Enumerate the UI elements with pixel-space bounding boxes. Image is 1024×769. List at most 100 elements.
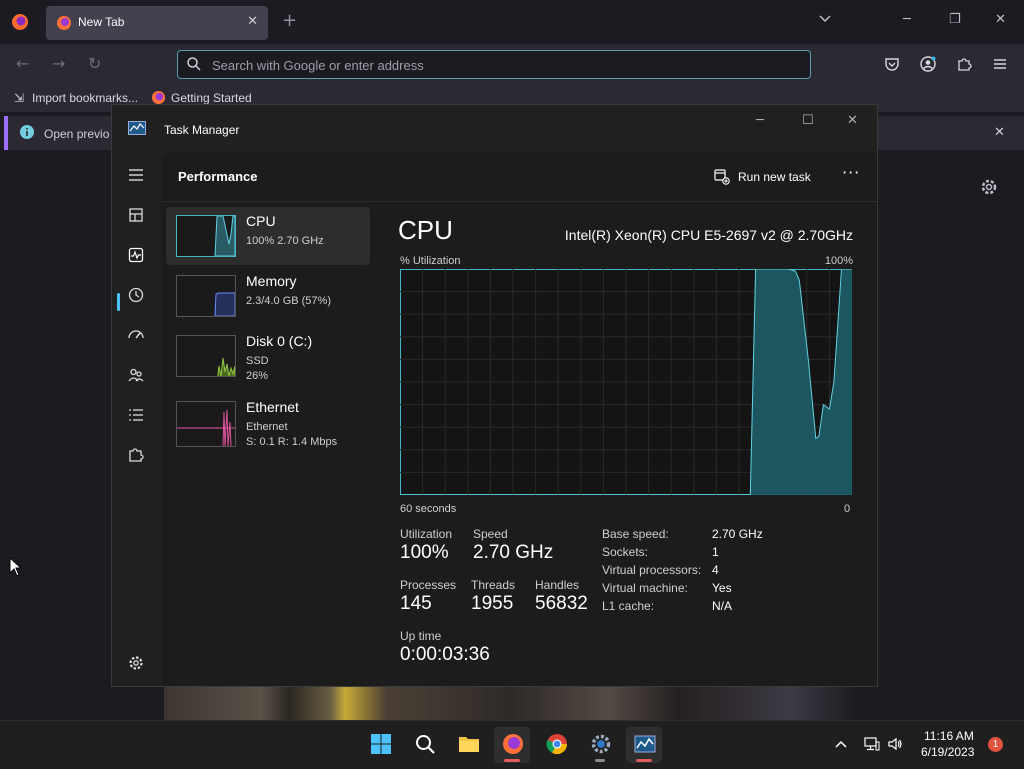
ethernet-thumbnail-graph (176, 401, 236, 447)
taskbar-task-manager[interactable] (626, 727, 662, 763)
task-manager-taskbar-icon (634, 735, 656, 753)
device-item-disk[interactable]: Disk 0 (C:) SSD 26% (166, 327, 370, 385)
taskbar-chrome[interactable] (538, 727, 574, 763)
notification-text: Open previo (44, 127, 110, 141)
threads-value: 1955 (471, 593, 514, 614)
run-new-task-label: Run new task (738, 170, 811, 184)
tm-close-icon[interactable]: ✕ (847, 113, 858, 128)
network-icon[interactable] (864, 736, 880, 752)
sidebar-app-history-icon[interactable] (126, 285, 146, 305)
restore-window-icon[interactable]: ❐ (949, 12, 961, 27)
sidebar-processes-icon[interactable] (126, 205, 146, 225)
device-sub-ethernet-throughput: S: 0.1 R: 1.4 Mbps (246, 436, 338, 448)
getting-started-link[interactable]: Getting Started (171, 91, 252, 105)
spec-value-base-speed: 2.70 GHz (712, 527, 763, 541)
folder-icon (459, 737, 479, 752)
processes-label: Processes (400, 578, 457, 592)
close-notification-icon[interactable]: ✕ (994, 125, 1005, 140)
cpu-model-name: Intel(R) Xeon(R) CPU E5-2697 v2 @ 2.70GH… (564, 227, 853, 243)
tab-new-tab[interactable]: New Tab ✕ (46, 6, 268, 40)
settings-gear-icon (591, 734, 611, 754)
cpu-detail-pane: CPU Intel(R) Xeon(R) CPU E5-2697 v2 @ 2.… (398, 201, 868, 686)
performance-header: Performance Run new task ··· (162, 153, 877, 202)
info-icon (20, 125, 34, 139)
device-name-ethernet: Ethernet (246, 399, 299, 415)
more-options-button[interactable]: ··· (842, 163, 860, 182)
taskbar-settings[interactable] (582, 727, 618, 763)
forward-arrow-icon[interactable]: → (52, 54, 65, 73)
clock-date[interactable]: 6/19/2023 (921, 745, 974, 759)
uptime-value: 0:00:03:36 (400, 644, 490, 665)
start-button[interactable] (362, 727, 398, 763)
firefox-logo-icon[interactable] (10, 12, 30, 32)
utilization-label: Utilization (400, 527, 453, 541)
device-sub-ethernet-name: Ethernet (246, 421, 288, 433)
import-bookmarks-icon: ⇲ (14, 91, 25, 105)
sidebar-users-icon[interactable] (126, 365, 146, 385)
x-axis-left-label: 60 seconds (400, 503, 457, 515)
new-tab-settings-gear-icon[interactable] (980, 178, 998, 196)
task-manager-titlebar[interactable]: Task Manager ─ ☐ ✕ (112, 105, 877, 153)
cpu-thumbnail-graph (176, 215, 236, 257)
address-bar[interactable] (177, 50, 811, 79)
settings-running-indicator (595, 759, 605, 762)
volume-icon[interactable] (887, 736, 903, 752)
uptime-label: Up time (400, 629, 442, 643)
search-input[interactable] (210, 54, 794, 76)
tm-minimize-icon[interactable]: ─ (756, 113, 764, 128)
handles-value: 56832 (535, 593, 588, 614)
taskbar-firefox[interactable] (494, 727, 530, 763)
sidebar-menu-hamburger-icon[interactable] (126, 165, 146, 185)
device-sub-memory: 2.3/4.0 GB (57%) (246, 295, 331, 307)
device-item-memory[interactable]: Memory 2.3/4.0 GB (57%) (166, 267, 370, 325)
disk-thumbnail-graph (176, 335, 236, 377)
run-new-task-icon (714, 169, 730, 185)
task-manager-active-indicator (636, 759, 652, 762)
firefox-bookmark-icon (151, 90, 166, 105)
taskbar-search-button[interactable] (406, 727, 442, 763)
mouse-cursor-icon (9, 557, 23, 577)
clock-time[interactable]: 11:16 AM (924, 729, 974, 743)
close-window-icon[interactable]: ✕ (995, 12, 1006, 27)
spec-value-virtual-machine: Yes (712, 581, 732, 595)
run-new-task-button[interactable]: Run new task (714, 167, 811, 187)
sidebar-startup-apps-icon[interactable] (126, 325, 146, 345)
windows-logo-icon (371, 734, 391, 754)
show-hidden-icons-chevron-icon[interactable] (833, 736, 849, 752)
new-tab-plus-icon[interactable]: + (282, 10, 297, 31)
list-all-tabs-chevron-icon[interactable] (818, 12, 832, 30)
sidebar-performance-icon[interactable] (126, 245, 146, 265)
account-icon[interactable] (920, 56, 936, 72)
sidebar-details-list-icon[interactable] (126, 405, 146, 425)
reload-icon[interactable]: ↻ (88, 54, 101, 73)
threads-label: Threads (471, 578, 516, 592)
performance-page: Performance Run new task ··· CPU 100% 2.… (162, 153, 877, 686)
spec-key-virtual-machine: Virtual machine: (602, 581, 688, 595)
minimize-window-icon[interactable]: ─ (903, 12, 911, 27)
speed-label: Speed (473, 527, 508, 541)
device-item-ethernet[interactable]: Ethernet Ethernet S: 0.1 R: 1.4 Mbps (166, 393, 370, 451)
taskbar-search-icon (416, 735, 435, 754)
pocket-icon[interactable] (884, 56, 900, 72)
extensions-puzzle-icon[interactable] (956, 56, 972, 72)
close-tab-icon[interactable]: ✕ (247, 14, 258, 29)
import-bookmarks-link[interactable]: Import bookmarks... (32, 91, 138, 105)
detail-title: CPU (398, 215, 453, 245)
app-menu-hamburger-icon[interactable] (992, 56, 1008, 72)
tm-maximize-icon[interactable]: ☐ (802, 113, 814, 128)
utilization-value: 100% (400, 542, 449, 563)
notification-count-badge[interactable]: 1 (988, 737, 1003, 752)
task-manager-window: Task Manager ─ ☐ ✕ Performance Run new t… (111, 104, 878, 687)
task-manager-app-icon (128, 121, 146, 135)
sidebar-settings-gear-icon[interactable] (126, 653, 146, 673)
back-arrow-icon[interactable]: ← (16, 54, 29, 73)
sidebar-services-puzzle-icon[interactable] (126, 445, 146, 465)
taskbar-file-explorer[interactable] (450, 727, 486, 763)
spec-key-l1-cache: L1 cache: (602, 599, 655, 613)
x-axis-right-label: 0 (844, 503, 851, 515)
spec-key-virtual-processors: Virtual processors: (602, 563, 702, 577)
page-title: Performance (178, 169, 258, 184)
sidebar-selected-indicator (117, 293, 120, 311)
device-item-cpu[interactable]: CPU 100% 2.70 GHz (166, 207, 370, 265)
device-sub-disk-type: SSD (246, 355, 269, 367)
